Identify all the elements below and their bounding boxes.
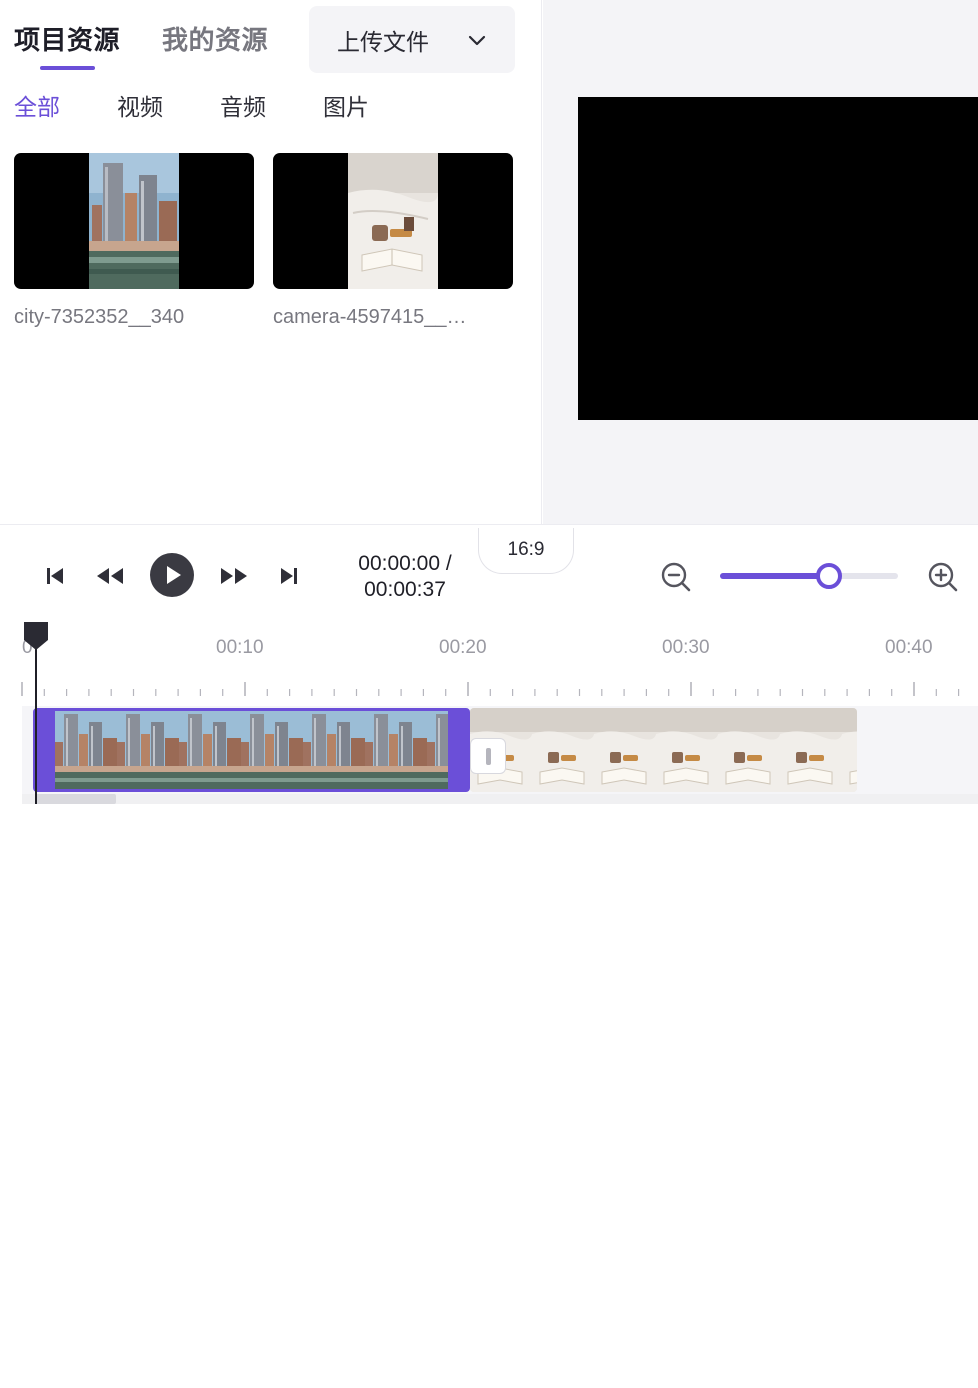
clip-city-frame	[303, 711, 365, 789]
bed-book-coffee-thumbnail	[348, 153, 438, 289]
zoom-slider-knob[interactable]	[815, 563, 842, 589]
filter-audio[interactable]: 音频	[220, 88, 266, 122]
fast-forward-icon[interactable]	[218, 565, 250, 587]
playhead-line	[35, 640, 37, 804]
timecode: 00:00:00 / 00:00:37	[345, 551, 465, 603]
playback-controls: 00:00:00 / 00:00:37 16:9	[0, 524, 978, 620]
clip-trim-handle-right[interactable]	[455, 1362, 461, 1388]
clip-camera-frame	[718, 708, 780, 792]
skip-to-end-icon[interactable]	[278, 565, 300, 587]
upload-file-dropdown[interactable]: 上传文件	[309, 6, 515, 73]
resource-card-camera[interactable]	[273, 153, 513, 289]
clip-city-frame	[55, 711, 117, 789]
clip-city-frame	[241, 711, 303, 789]
clip-split-handle[interactable]	[470, 738, 506, 774]
clip-camera[interactable]	[470, 708, 857, 792]
resource-name-city: city-7352352__340	[14, 306, 185, 328]
rewind-icon[interactable]	[94, 565, 126, 587]
clip-city-frame	[179, 711, 241, 789]
clip-camera-frame	[842, 708, 857, 792]
time-label-40: 00:40	[885, 637, 933, 658]
timeline: 0 00:10 00:20 00:30 00:40	[0, 620, 978, 1388]
clip-city-frame	[365, 711, 427, 789]
play-icon[interactable]	[150, 553, 194, 597]
chevron-down-icon	[468, 35, 486, 46]
resource-name-camera: camera-4597415__…	[273, 306, 467, 328]
current-time: 00:00:00 /	[358, 552, 452, 575]
filter-video[interactable]: 视频	[117, 88, 163, 122]
clip-camera-frame	[656, 708, 718, 792]
playhead-marker-icon[interactable]	[22, 620, 50, 652]
time-label-30: 00:30	[662, 637, 710, 658]
filter-all[interactable]: 全部	[14, 88, 60, 122]
time-label-10: 00:10	[216, 637, 264, 658]
clip-camera-frame	[594, 708, 656, 792]
timeline-scrollbar[interactable]	[22, 794, 978, 804]
zoom-slider[interactable]	[720, 563, 898, 589]
upload-file-label: 上传文件	[337, 29, 429, 56]
video-preview-screen[interactable]	[578, 97, 978, 420]
clip-city-frames	[55, 711, 448, 789]
clip-camera-frames	[470, 708, 857, 792]
total-duration: 00:00:37	[364, 578, 446, 601]
zoom-in-icon[interactable]	[927, 561, 959, 593]
preview-panel	[543, 0, 978, 524]
clip-city-frame	[117, 711, 179, 789]
clip-city[interactable]	[33, 708, 470, 792]
resource-panel: 项目资源 我的资源 上传文件 全部 视频 音频 图片 city-7352352_…	[0, 0, 542, 524]
time-ruler[interactable]	[0, 680, 978, 700]
zoom-out-icon[interactable]	[660, 561, 692, 593]
skip-to-start-icon[interactable]	[44, 565, 66, 587]
zoom-slider-fill	[720, 573, 829, 579]
filter-image[interactable]: 图片	[323, 88, 369, 122]
tab-project-resources[interactable]: 项目资源	[14, 20, 120, 57]
city-skyline-thumbnail	[89, 153, 179, 289]
clip-city-frame	[427, 711, 448, 789]
timeline-scrollbar-thumb[interactable]	[36, 794, 116, 804]
tab-my-resources[interactable]: 我的资源	[162, 20, 268, 57]
active-tab-indicator	[40, 66, 95, 70]
clip-trim-handle-left[interactable]	[41, 1362, 47, 1388]
clip-camera-frame	[780, 708, 842, 792]
aspect-ratio-button[interactable]: 16:9	[478, 528, 574, 574]
resource-card-city[interactable]	[14, 153, 254, 289]
clip-camera-frame	[532, 708, 594, 792]
time-label-20: 00:20	[439, 637, 487, 658]
